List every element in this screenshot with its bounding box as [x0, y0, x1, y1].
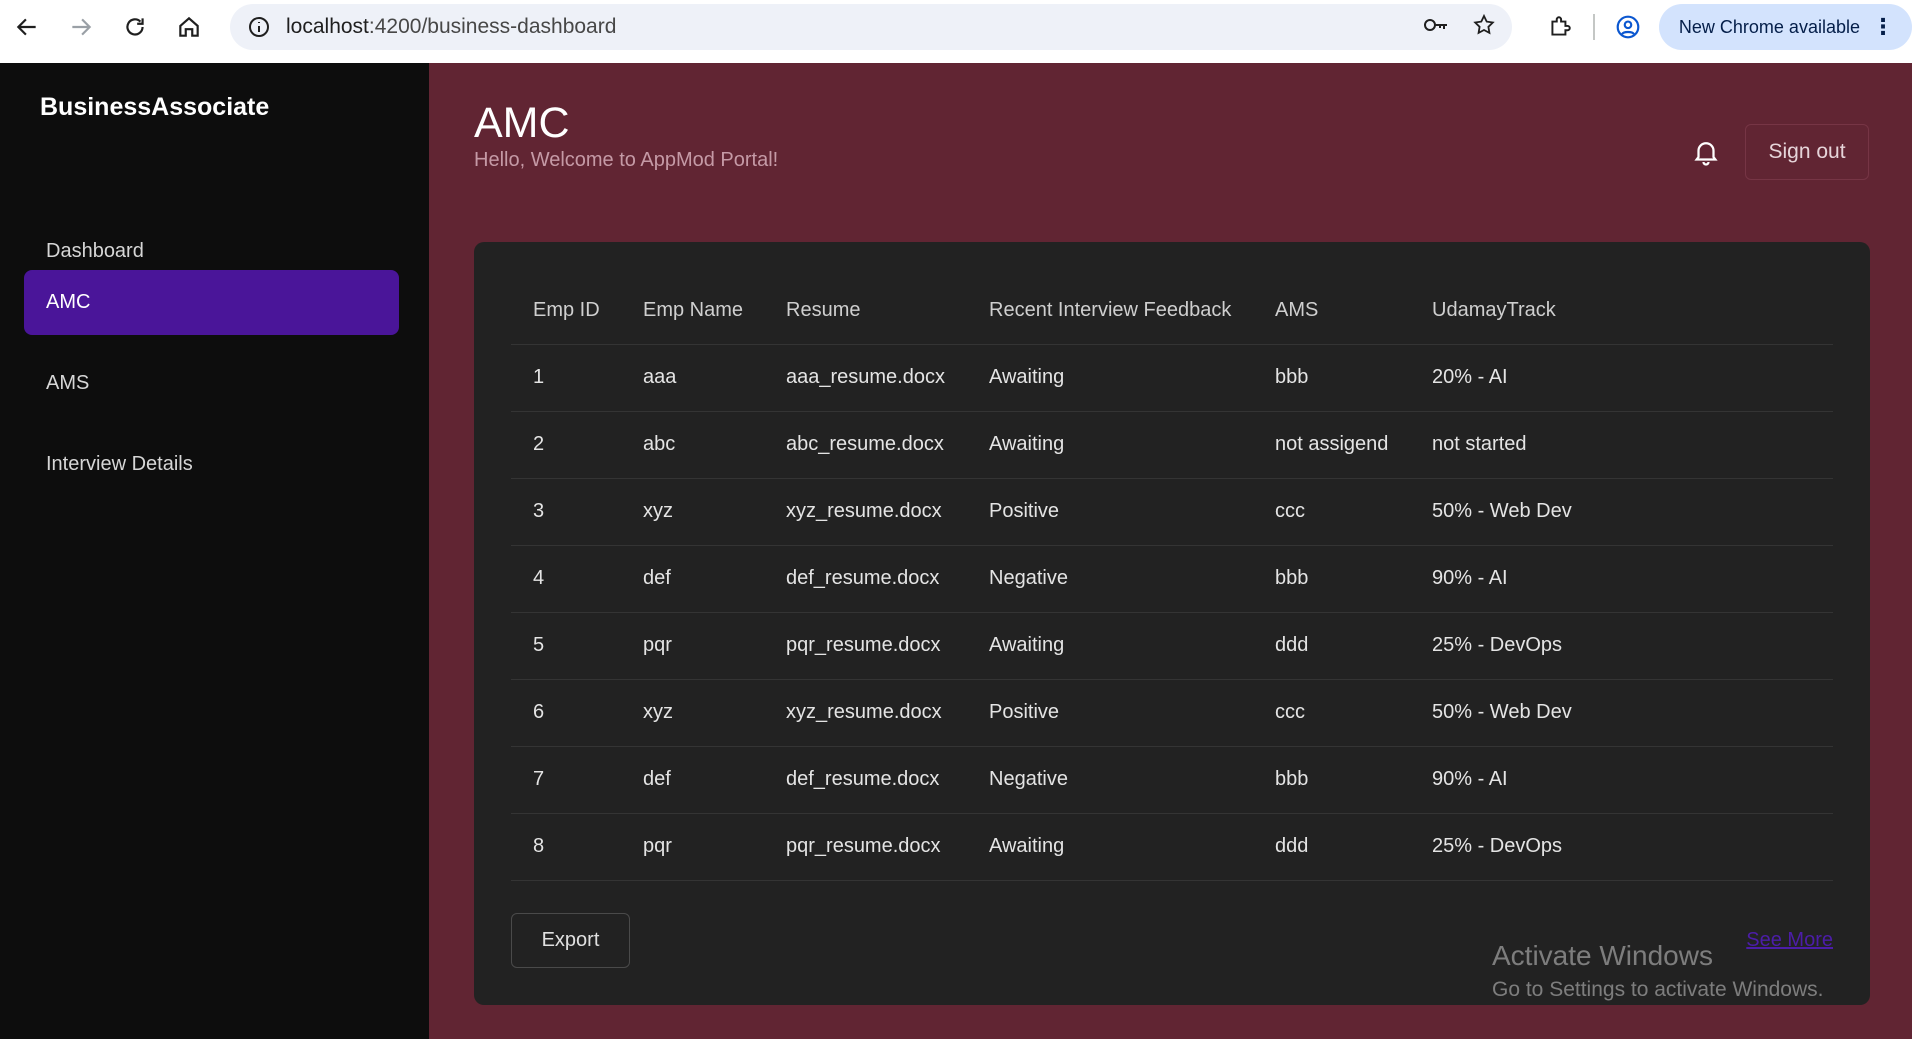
table-header-row: Emp ID Emp Name Resume Recent Interview …: [511, 277, 1833, 345]
table-row[interactable]: 5 pqr pqr_resume.docx Awaiting ddd 25% -…: [511, 612, 1833, 680]
cell-ams: ddd: [1253, 612, 1410, 680]
employee-table: Emp ID Emp Name Resume Recent Interview …: [511, 277, 1833, 881]
url-text: localhost:4200/business-dashboard: [286, 15, 617, 38]
home-icon[interactable]: [162, 0, 216, 54]
cell-emp-id: 8: [511, 813, 621, 881]
main-content: AMC Hello, Welcome to AppMod Portal! Sig…: [429, 63, 1912, 1039]
watermark-title: Activate Windows: [1492, 940, 1713, 971]
browser-toolbar: localhost:4200/business-dashboard New Ch…: [0, 0, 1912, 63]
cell-feedback: Negative: [967, 746, 1253, 814]
sidebar-item-amc[interactable]: AMC: [24, 270, 399, 335]
cell-emp-name: pqr: [621, 813, 764, 881]
cell-udamaytrack: 90% - AI: [1410, 545, 1833, 613]
sidebar-item-ams[interactable]: AMS: [24, 351, 399, 416]
cell-feedback: Positive: [967, 478, 1253, 546]
table-row[interactable]: 2 abc abc_resume.docx Awaiting not assig…: [511, 411, 1833, 479]
cell-resume[interactable]: def_resume.docx: [764, 746, 967, 814]
sign-out-button[interactable]: Sign out: [1745, 124, 1869, 180]
sidebar-item-interview-details[interactable]: Interview Details: [24, 432, 399, 497]
cell-resume[interactable]: def_resume.docx: [764, 545, 967, 613]
sidebar-item-label: Dashboard: [46, 240, 144, 262]
table-row[interactable]: 8 pqr pqr_resume.docx Awaiting ddd 25% -…: [511, 813, 1833, 881]
cell-udamaytrack: 25% - DevOps: [1410, 612, 1833, 680]
column-header-emp-name[interactable]: Emp Name: [621, 277, 764, 345]
cell-emp-id: 5: [511, 612, 621, 680]
sidebar: BusinessAssociate Dashboard AMC AMS Inte…: [0, 63, 429, 1039]
bookmark-star-icon[interactable]: [1472, 13, 1496, 42]
watermark-subtitle: Go to Settings to activate Windows.: [1492, 978, 1824, 1001]
cell-ams: not assigend: [1253, 411, 1410, 479]
cell-emp-name: def: [621, 746, 764, 814]
more-menu-icon[interactable]: ⋮: [1872, 16, 1894, 38]
back-icon[interactable]: [0, 0, 54, 54]
cell-feedback: Awaiting: [967, 813, 1253, 881]
page-subtitle: Hello, Welcome to AppMod Portal!: [474, 149, 779, 171]
profile-icon[interactable]: [1605, 4, 1651, 50]
cell-resume[interactable]: pqr_resume.docx: [764, 813, 967, 881]
cell-resume[interactable]: xyz_resume.docx: [764, 679, 967, 747]
cell-udamaytrack: not started: [1410, 411, 1833, 479]
cell-emp-id: 3: [511, 478, 621, 546]
cell-ams: bbb: [1253, 545, 1410, 613]
cell-ams: bbb: [1253, 344, 1410, 412]
employee-table-card: Emp ID Emp Name Resume Recent Interview …: [474, 242, 1870, 1005]
table-row[interactable]: 6 xyz xyz_resume.docx Positive ccc 50% -…: [511, 679, 1833, 747]
cell-udamaytrack: 50% - Web Dev: [1410, 679, 1833, 747]
column-header-feedback[interactable]: Recent Interview Feedback: [967, 277, 1253, 345]
page-title: AMC: [474, 99, 570, 147]
cell-emp-name: xyz: [621, 478, 764, 546]
cell-udamaytrack: 25% - DevOps: [1410, 813, 1833, 881]
cell-resume[interactable]: abc_resume.docx: [764, 411, 967, 479]
cell-feedback: Positive: [967, 679, 1253, 747]
forward-icon[interactable]: [54, 0, 108, 54]
cell-emp-name: abc: [621, 411, 764, 479]
cell-feedback: Awaiting: [967, 344, 1253, 412]
cell-ams: bbb: [1253, 746, 1410, 814]
new-chrome-available-button[interactable]: New Chrome available ⋮: [1658, 4, 1912, 50]
table-row[interactable]: 1 aaa aaa_resume.docx Awaiting bbb 20% -…: [511, 344, 1833, 412]
cell-feedback: Awaiting: [967, 612, 1253, 680]
sidebar-item-label: AMC: [46, 291, 91, 313]
cell-emp-id: 2: [511, 411, 621, 479]
cell-ams: ccc: [1253, 478, 1410, 546]
table-row[interactable]: 3 xyz xyz_resume.docx Positive ccc 50% -…: [511, 478, 1833, 546]
cell-udamaytrack: 50% - Web Dev: [1410, 478, 1833, 546]
reload-icon[interactable]: [108, 0, 162, 54]
cell-emp-id: 6: [511, 679, 621, 747]
site-info-icon[interactable]: [236, 4, 282, 50]
table-row[interactable]: 7 def def_resume.docx Negative bbb 90% -…: [511, 746, 1833, 814]
cell-udamaytrack: 90% - AI: [1410, 746, 1833, 814]
cell-feedback: Awaiting: [967, 411, 1253, 479]
cell-emp-id: 4: [511, 545, 621, 613]
sidebar-item-label: Interview Details: [46, 453, 193, 475]
cell-emp-name: aaa: [621, 344, 764, 412]
cell-emp-name: xyz: [621, 679, 764, 747]
extensions-icon[interactable]: [1537, 4, 1583, 50]
cell-ams: ddd: [1253, 813, 1410, 881]
column-header-ams[interactable]: AMS: [1253, 277, 1410, 345]
cell-emp-id: 1: [511, 344, 621, 412]
windows-activation-watermark: Activate Windows Go to Settings to activ…: [1492, 940, 1824, 1002]
cell-emp-name: pqr: [621, 612, 764, 680]
table-row[interactable]: 4 def def_resume.docx Negative bbb 90% -…: [511, 545, 1833, 613]
toolbar-separator: [1592, 14, 1595, 40]
column-header-resume[interactable]: Resume: [764, 277, 967, 345]
password-key-icon[interactable]: [1422, 13, 1450, 42]
cell-udamaytrack: 20% - AI: [1410, 344, 1833, 412]
notification-bell-icon[interactable]: [1691, 137, 1721, 167]
new-chrome-label: New Chrome available: [1678, 16, 1860, 37]
cell-emp-id: 7: [511, 746, 621, 814]
cell-emp-name: def: [621, 545, 764, 613]
column-header-emp-id[interactable]: Emp ID: [511, 277, 621, 345]
brand-title: BusinessAssociate: [40, 93, 270, 121]
export-button[interactable]: Export: [511, 913, 630, 968]
cell-resume[interactable]: xyz_resume.docx: [764, 478, 967, 546]
cell-ams: ccc: [1253, 679, 1410, 747]
cell-resume[interactable]: aaa_resume.docx: [764, 344, 967, 412]
cell-resume[interactable]: pqr_resume.docx: [764, 612, 967, 680]
cell-feedback: Negative: [967, 545, 1253, 613]
column-header-udamaytrack[interactable]: UdamayTrack: [1410, 277, 1833, 345]
sidebar-item-label: AMS: [46, 372, 90, 394]
address-bar[interactable]: localhost:4200/business-dashboard: [230, 4, 1512, 50]
